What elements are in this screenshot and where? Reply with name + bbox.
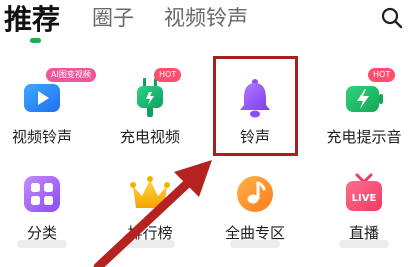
hot-badge: HOT: [154, 68, 182, 82]
hot-badge: HOT: [368, 68, 396, 82]
video-icon: [24, 84, 60, 112]
crown-icon: [130, 176, 170, 208]
tab-circle[interactable]: 圈子: [92, 2, 134, 32]
shortcut-full-songs[interactable]: 全曲专区: [205, 172, 305, 250]
live-tv-icon: LIVE: [346, 173, 382, 211]
ai-badge: AI图变视频: [46, 68, 96, 82]
shortcut-label: 充电视频: [119, 128, 180, 146]
placeholder-bar: [17, 240, 67, 248]
charging-battery-icon: [346, 86, 383, 112]
placeholder-bar: [230, 240, 280, 248]
shortcut-charging-sound[interactable]: HOT 充电提示音: [314, 68, 409, 154]
shortcut-label: 视频铃声: [11, 128, 72, 146]
shortcut-label: 充电提示音: [326, 128, 402, 146]
shortcut-video-ringtone[interactable]: AI图变视频 视频铃声: [0, 68, 96, 154]
active-tab-indicator: [30, 38, 41, 43]
tab-video-ringtone[interactable]: 视频铃声: [164, 2, 248, 32]
shortcut-charging-video[interactable]: HOT 充电视频: [100, 68, 200, 154]
shortcut-ranking[interactable]: 排行榜: [100, 172, 200, 250]
placeholder-bar: [125, 240, 175, 248]
placeholder-bar: [339, 240, 389, 248]
category-grid-icon: [24, 176, 60, 212]
charging-plug-icon: [137, 78, 163, 117]
search-icon[interactable]: [380, 6, 404, 30]
highlight-box: [213, 56, 298, 156]
music-note-icon: [237, 176, 273, 212]
top-tab-bar: 推荐 圈子 视频铃声: [0, 0, 409, 44]
tab-recommend[interactable]: 推荐: [4, 0, 60, 38]
shortcut-live[interactable]: LIVE 直播: [314, 172, 409, 250]
shortcut-category[interactable]: 分类: [0, 172, 92, 250]
svg-text:LIVE: LIVE: [352, 193, 377, 204]
